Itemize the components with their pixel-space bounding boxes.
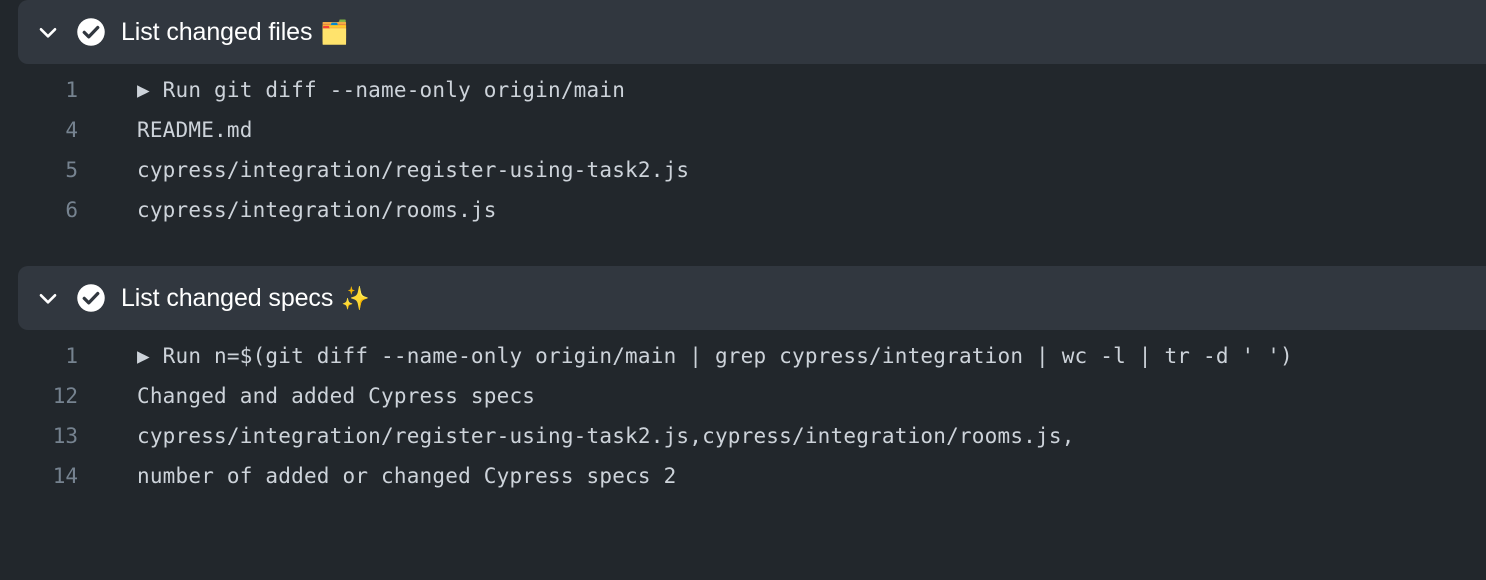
- line-number: 12: [52, 384, 78, 408]
- check-circle-icon: [76, 283, 106, 313]
- line-text: ▶ Run git diff --name-only origin/main: [137, 78, 626, 102]
- step-header-list-changed-files[interactable]: List changed files 🗂️: [18, 0, 1486, 64]
- line-text: Changed and added Cypress specs: [137, 384, 536, 408]
- check-circle-icon: [76, 17, 106, 47]
- line-text: cypress/integration/register-using-task2…: [137, 424, 1075, 448]
- line-number: 5: [65, 158, 78, 182]
- log-line: 1 ▶ Run n=$(git diff --name-only origin/…: [0, 344, 1486, 384]
- chevron-down-icon[interactable]: [34, 18, 62, 46]
- step-title: List changed specs: [121, 283, 334, 312]
- section-divider: [0, 248, 1486, 266]
- log-line: 13 cypress/integration/register-using-ta…: [0, 424, 1486, 464]
- log-line: 12 Changed and added Cypress specs: [0, 384, 1486, 424]
- step-header-list-changed-specs[interactable]: List changed specs ✨: [18, 266, 1486, 330]
- step-title: List changed files: [121, 17, 313, 46]
- log-line: 4 README.md: [0, 118, 1486, 158]
- line-number: 13: [52, 424, 78, 448]
- log-line: 5 cypress/integration/register-using-tas…: [0, 158, 1486, 198]
- log-body-list-changed-files: 1 ▶ Run git diff --name-only origin/main…: [0, 64, 1486, 248]
- line-text: number of added or changed Cypress specs…: [137, 464, 677, 488]
- workflow-log-viewer: List changed files 🗂️ 1 ▶ Run git diff -…: [0, 0, 1486, 580]
- line-text: README.md: [137, 118, 253, 142]
- chevron-down-icon[interactable]: [34, 284, 62, 312]
- log-line: 1 ▶ Run git diff --name-only origin/main: [0, 78, 1486, 118]
- sparkles-emoji: ✨: [341, 285, 370, 312]
- line-number: 1: [65, 78, 78, 102]
- line-number: 14: [52, 464, 78, 488]
- line-number: 1: [65, 344, 78, 368]
- log-line: 14 number of added or changed Cypress sp…: [0, 464, 1486, 504]
- line-number: 6: [65, 198, 78, 222]
- line-number: 4: [65, 118, 78, 142]
- line-text: cypress/integration/rooms.js: [137, 198, 497, 222]
- line-text: cypress/integration/register-using-task2…: [137, 158, 690, 182]
- log-line: 6 cypress/integration/rooms.js: [0, 198, 1486, 238]
- log-body-list-changed-specs: 1 ▶ Run n=$(git diff --name-only origin/…: [0, 330, 1486, 514]
- card-index-dividers-emoji: 🗂️: [320, 19, 350, 46]
- line-text: ▶ Run n=$(git diff --name-only origin/ma…: [137, 344, 1293, 368]
